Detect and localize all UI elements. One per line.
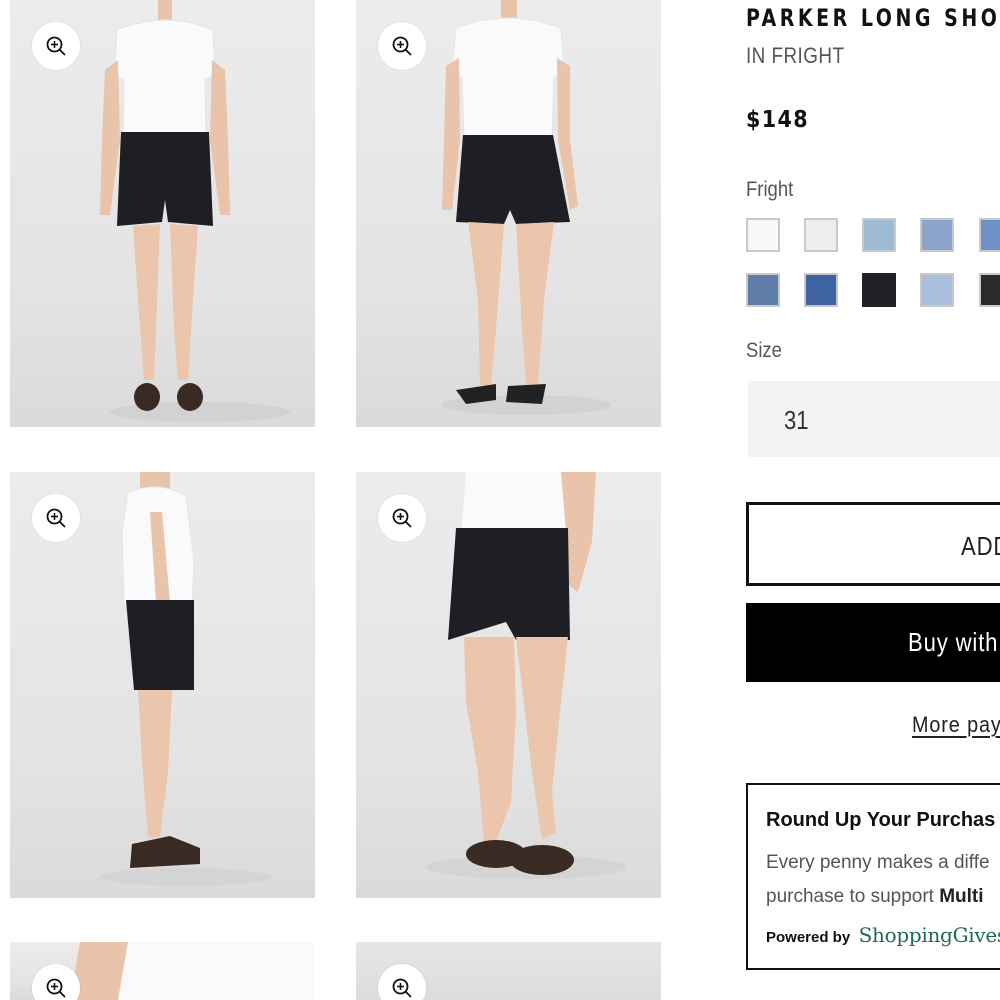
zoom-in-icon bbox=[46, 508, 66, 528]
color-swatch-dark-blue[interactable] bbox=[804, 273, 838, 307]
color-swatch-pale-wash[interactable] bbox=[920, 273, 954, 307]
size-label: Size bbox=[746, 339, 782, 362]
zoom-button[interactable] bbox=[378, 22, 426, 70]
powered-by-label: Powered by bbox=[766, 929, 851, 946]
add-to-cart-label: ADD bbox=[961, 531, 1000, 561]
color-label: Fright bbox=[746, 178, 794, 201]
product-image-5[interactable] bbox=[10, 942, 315, 1000]
zoom-in-icon bbox=[392, 36, 412, 56]
more-payment-options-link[interactable]: More pay bbox=[912, 712, 1000, 738]
roundup-description-2: purchase to support Multi bbox=[766, 886, 984, 908]
color-swatch-off-white[interactable] bbox=[804, 218, 838, 252]
product-image-detail[interactable] bbox=[356, 472, 661, 898]
product-color-name: IN FRIGHT bbox=[746, 43, 845, 68]
zoom-button[interactable] bbox=[378, 964, 426, 1000]
roundup-description: Every penny makes a diffe bbox=[766, 852, 990, 873]
buy-now-label: Buy with bbox=[908, 627, 999, 657]
powered-by: Powered by ShoppingGives bbox=[766, 923, 1000, 947]
product-price: $148 bbox=[746, 107, 810, 133]
roundup-line2-text: purchase to support bbox=[766, 886, 940, 907]
zoom-in-icon bbox=[392, 508, 412, 528]
color-swatch-bright-wash[interactable] bbox=[979, 218, 1000, 252]
roundup-title: Round Up Your Purchas bbox=[766, 809, 996, 831]
product-image-back[interactable] bbox=[356, 0, 661, 427]
roundup-donation-widget: Round Up Your Purchas Every penny makes … bbox=[746, 783, 1000, 970]
zoom-in-icon bbox=[46, 978, 66, 998]
product-title: PARKER LONG SHO bbox=[746, 4, 1000, 32]
product-image-front[interactable] bbox=[10, 0, 315, 427]
shoppinggives-logo[interactable]: ShoppingGives bbox=[859, 923, 1000, 947]
product-image-side[interactable] bbox=[10, 472, 315, 898]
color-swatch-mid-wash[interactable] bbox=[746, 273, 780, 307]
zoom-button[interactable] bbox=[32, 22, 80, 70]
zoom-button[interactable] bbox=[32, 494, 80, 542]
add-to-cart-button[interactable]: ADD bbox=[746, 502, 1000, 586]
zoom-in-icon bbox=[392, 978, 412, 998]
color-swatch-mid-light-wash[interactable] bbox=[920, 218, 954, 252]
product-info-panel: PARKER LONG SHO IN FRIGHT $148 Fright Si… bbox=[746, 0, 1000, 1000]
zoom-in-icon bbox=[46, 36, 66, 56]
roundup-cause-name: Multi bbox=[939, 886, 984, 907]
size-select[interactable]: 31 bbox=[748, 381, 1000, 457]
color-swatch-white[interactable] bbox=[746, 218, 780, 252]
color-swatch-light-wash[interactable] bbox=[862, 218, 896, 252]
product-image-6[interactable] bbox=[356, 942, 661, 1000]
zoom-button[interactable] bbox=[378, 494, 426, 542]
buy-now-button[interactable]: Buy with bbox=[746, 603, 1000, 682]
color-swatch-fright-black[interactable] bbox=[862, 273, 896, 307]
color-swatch-black[interactable] bbox=[979, 273, 1000, 307]
size-value: 31 bbox=[784, 405, 809, 435]
product-gallery bbox=[0, 0, 700, 1000]
